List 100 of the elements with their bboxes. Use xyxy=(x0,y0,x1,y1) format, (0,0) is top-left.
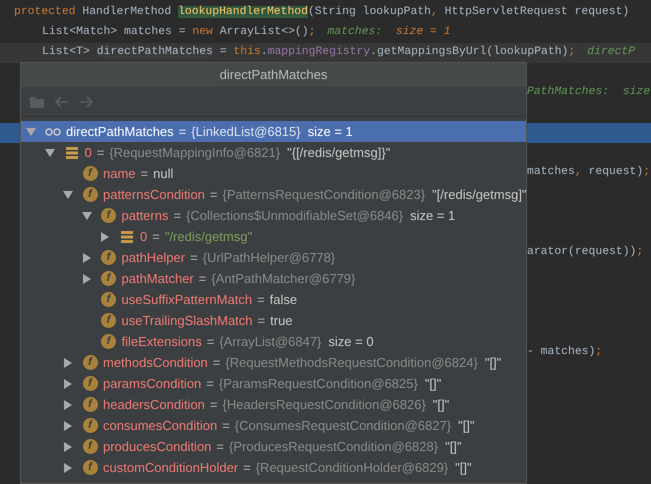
expand-toggle-icon[interactable] xyxy=(101,232,109,242)
variable-value: size = 1 xyxy=(308,122,353,141)
variable-value: null xyxy=(153,164,174,183)
field-icon: f xyxy=(82,166,98,181)
code-line: PathMatches: size xyxy=(527,84,650,100)
expand-toggle-icon[interactable] xyxy=(64,378,72,388)
object-reference: {ParamsRequestCondition@6825} xyxy=(218,374,418,393)
equals-sign: = xyxy=(206,332,214,351)
variable-name: name xyxy=(103,164,136,183)
code-line: - matches); xyxy=(527,344,602,360)
popup-title: directPathMatches xyxy=(21,63,526,87)
variable-value: "[/redis/getmsg]" xyxy=(432,186,527,204)
object-reference: {ProducesRequestCondition@6828} xyxy=(229,438,438,456)
variable-name: patternsCondition xyxy=(103,186,205,204)
expand-toggle-icon[interactable] xyxy=(64,442,72,452)
equals-sign: = xyxy=(257,290,265,309)
object-reference: {RequestConditionHolder@6829} xyxy=(256,458,448,477)
glasses-icon xyxy=(45,128,61,136)
variable-value: "[]" xyxy=(458,416,475,435)
field-icon: f xyxy=(82,187,98,202)
variable-value: "[]" xyxy=(424,374,442,393)
variable-name: headersCondition xyxy=(103,396,205,414)
variable-name: fileExtensions xyxy=(122,332,202,351)
field-icon: f xyxy=(101,208,116,223)
expand-toggle-icon[interactable] xyxy=(82,274,90,284)
equals-sign: = xyxy=(206,374,214,393)
object-reference: {RequestMethodsRequestCondition@6824} xyxy=(225,354,478,372)
variable-value: true xyxy=(270,312,293,330)
object-reference: {PatternsRequestCondition@6823} xyxy=(222,186,426,204)
field-icon: f xyxy=(101,250,116,265)
object-reference: {Collections$UnmodifiableSet@6846} xyxy=(186,206,404,225)
object-reference: {RequestMappingInfo@6821} xyxy=(109,144,280,162)
equals-sign: = xyxy=(173,206,182,225)
object-reference: {HeadersRequestCondition@6826} xyxy=(222,396,426,414)
variable-value: "[]" xyxy=(455,458,472,477)
expand-toggle-icon[interactable] xyxy=(64,400,72,410)
equals-sign: = xyxy=(152,228,160,246)
field-icon: f xyxy=(82,355,98,370)
collapse-toggle-icon[interactable] xyxy=(63,190,73,198)
field-icon: f xyxy=(101,271,116,286)
code-line: matches, request); xyxy=(527,164,650,180)
equals-sign: = xyxy=(190,248,198,267)
equals-sign: = xyxy=(96,144,104,162)
variable-value: "[]" xyxy=(484,354,502,372)
field-icon: f xyxy=(82,439,98,454)
collapse-toggle-icon[interactable] xyxy=(82,212,92,220)
equals-sign: = xyxy=(198,270,206,288)
variable-value: "/redis/getmsg" xyxy=(164,228,252,246)
object-reference: {AntPathMatcher@6779} xyxy=(211,270,356,288)
code-line: arator(request)); xyxy=(527,244,644,260)
equals-sign: = xyxy=(210,396,218,414)
expand-toggle-icon[interactable] xyxy=(64,420,72,430)
equals-sign: = xyxy=(212,354,220,372)
code-line: protected HandlerMethod lookupHandlerMethod(String lookupPath, HttpServletRequest request) xyxy=(14,4,630,20)
field-icon: f xyxy=(82,376,98,391)
code-line: List<Match> matches = new ArrayList<>(); matches: size = 1 xyxy=(42,24,450,40)
expand-toggle-icon[interactable] xyxy=(64,358,72,368)
object-reference: {UrlPathHelper@6778} xyxy=(202,248,336,267)
equals-sign: = xyxy=(140,164,148,183)
variable-value: "[]" xyxy=(445,438,462,456)
equals-sign: = xyxy=(210,186,218,204)
variable-name: pathMatcher xyxy=(122,270,194,288)
variable-name: patterns xyxy=(122,206,168,225)
variable-name: consumesCondition xyxy=(103,416,218,435)
variable-name: pathHelper xyxy=(122,248,186,267)
expand-toggle-icon[interactable] xyxy=(64,462,72,472)
variable-value: false xyxy=(270,290,298,309)
array-icon xyxy=(66,146,78,158)
variable-name: useTrailingSlashMatch xyxy=(122,312,253,330)
variable-name: useSuffixPatternMatch xyxy=(122,290,252,309)
field-icon: f xyxy=(101,292,116,307)
variable-value: "[]" xyxy=(432,396,450,414)
expand-toggle-icon[interactable] xyxy=(82,252,90,262)
collapse-toggle-icon[interactable] xyxy=(26,128,36,136)
variable-name: paramsCondition xyxy=(103,374,202,393)
field-icon: f xyxy=(82,460,98,475)
code-line: List<T> directPathMatches = this.mappingRegistry.getMappingsByUrl(lookupPath); directP xyxy=(42,44,636,60)
field-icon: f xyxy=(82,397,98,412)
variable-name: customConditionHolder xyxy=(103,458,238,477)
equals-sign: = xyxy=(243,458,251,477)
variable-value: "{[/redis/getmsg]}" xyxy=(287,144,390,162)
variable-name: directPathMatches xyxy=(66,122,174,141)
equals-sign: = xyxy=(222,416,230,435)
array-icon xyxy=(121,230,133,242)
variable-name: producesCondition xyxy=(103,438,212,456)
equals-sign: = xyxy=(178,122,186,141)
object-reference: {ConsumesRequestCondition@6827} xyxy=(234,416,452,435)
field-icon: f xyxy=(101,334,116,349)
field-icon: f xyxy=(101,313,116,328)
variable-name: methodsCondition xyxy=(103,354,208,372)
equals-sign: = xyxy=(258,312,266,330)
collapse-toggle-icon[interactable] xyxy=(44,148,54,156)
object-reference: {ArrayList@6847} xyxy=(219,332,322,351)
object-reference: {LinkedList@6815} xyxy=(191,122,301,141)
variable-value: size = 1 xyxy=(410,206,456,225)
equals-sign: = xyxy=(216,438,224,456)
field-icon: f xyxy=(82,418,98,433)
variable-value: size = 0 xyxy=(328,332,374,351)
variable-name: 0 xyxy=(140,228,148,246)
selected-row[interactable]: directPathMatches = {LinkedList@6815} size = 1 xyxy=(21,121,526,142)
